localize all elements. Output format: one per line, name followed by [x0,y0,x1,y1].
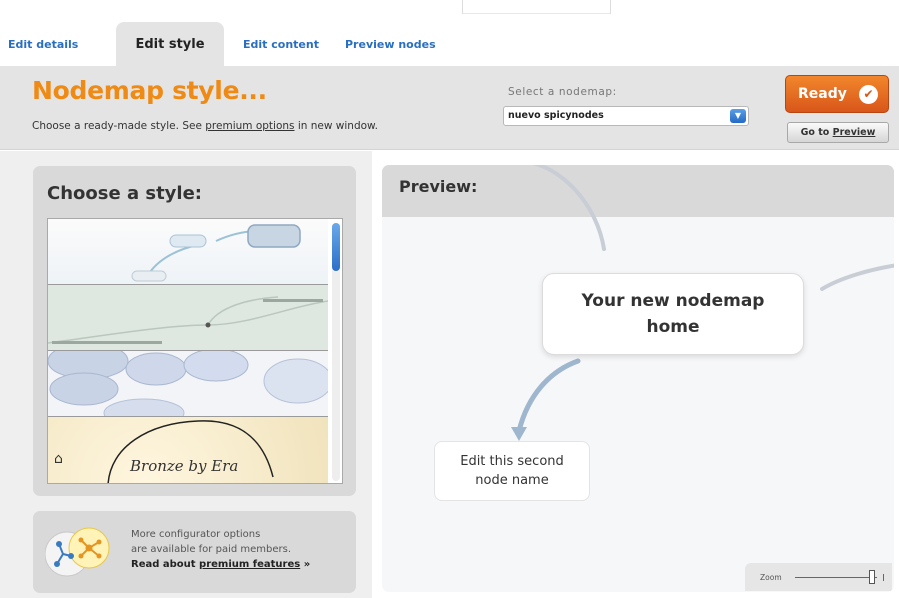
premium-features-link[interactable]: Read about premium features » [131,557,310,572]
zoom-slider-track[interactable] [795,577,877,578]
style-thumbnail[interactable] [48,219,328,285]
tab-bar: Edit details Edit style Edit content Pre… [0,22,899,66]
top-divider-left [462,0,463,14]
home-node[interactable]: Your new nodemap home [542,273,804,355]
style-thumbnail-art [48,296,328,344]
second-node[interactable]: Edit this second node name [434,441,590,501]
style-chooser-title: Choose a style: [47,183,202,204]
nodemap-select-value: nuevo spicynodes [508,110,604,121]
nodemap-select[interactable]: nuevo spicynodes ▼ [503,106,749,126]
nodes-icon [45,527,110,577]
goto-prefix: Go to [800,127,833,138]
preview-panel: Preview: Your new nodemap home Edit this… [382,165,894,592]
goto-preview-link: Preview [832,127,876,138]
style-thumbnail[interactable] [48,351,328,417]
go-to-preview-button[interactable]: Go to Preview [787,122,889,143]
style-thumbnail-art [48,351,328,416]
tab-preview-nodes[interactable]: Preview nodes [345,30,436,66]
zoom-slider-handle[interactable] [869,570,875,584]
style-thumbnail[interactable] [48,285,328,351]
ready-button[interactable]: Ready ✔ [785,75,889,113]
page-subtitle: Choose a ready-made style. See premium o… [32,120,378,132]
top-divider-right [610,0,611,14]
ready-button-label: Ready [798,86,847,102]
style-thumbnail[interactable]: ⌂ Bronze by Era [48,417,328,483]
promo-line-2: are available for paid members. [131,544,292,555]
style-chooser-panel: Choose a style: ⌂ Bronze by Era [33,166,356,496]
promo-link-text: premium features [199,559,301,570]
nodemap-label: Select a nodemap: [508,86,617,98]
style-thumbnail-list: ⌂ Bronze by Era [47,218,343,484]
left-column: Choose a style: ⌂ Bronze by Era More con… [0,151,372,598]
promo-link-suffix: » [300,559,311,570]
premium-options-link[interactable]: premium options [205,120,294,132]
premium-promo-box: More configurator options are available … [33,511,356,593]
style-thumbnail-art [131,224,301,282]
page-title: Nodemap style... [32,76,267,105]
tab-edit-content[interactable]: Edit content [243,30,319,66]
promo-text: More configurator options are available … [131,527,310,572]
home-icon: ⌂ [54,451,63,467]
promo-line-1: More configurator options [131,529,261,540]
subtitle-text: Choose a ready-made style. See [32,120,206,132]
subtitle-text-end: in new window. [294,120,378,132]
zoom-control: Zoom [745,563,892,591]
preview-connectors [511,165,894,441]
top-divider [463,13,610,14]
style-list-scrollbar[interactable] [332,223,340,481]
zoom-label: Zoom [760,573,782,582]
tab-edit-style[interactable]: Edit style [116,22,224,66]
top-strip [0,0,899,20]
check-icon: ✔ [859,85,878,104]
zoom-slider-end [883,574,884,581]
style-thumbnail-title: Bronze by Era [130,457,239,475]
promo-link-prefix: Read about [131,559,200,570]
style-header: Nodemap style... Choose a ready-made sty… [0,66,899,150]
tab-edit-details[interactable]: Edit details [8,30,78,66]
chevron-down-icon[interactable]: ▼ [730,109,746,123]
scrollbar-thumb[interactable] [332,223,340,271]
